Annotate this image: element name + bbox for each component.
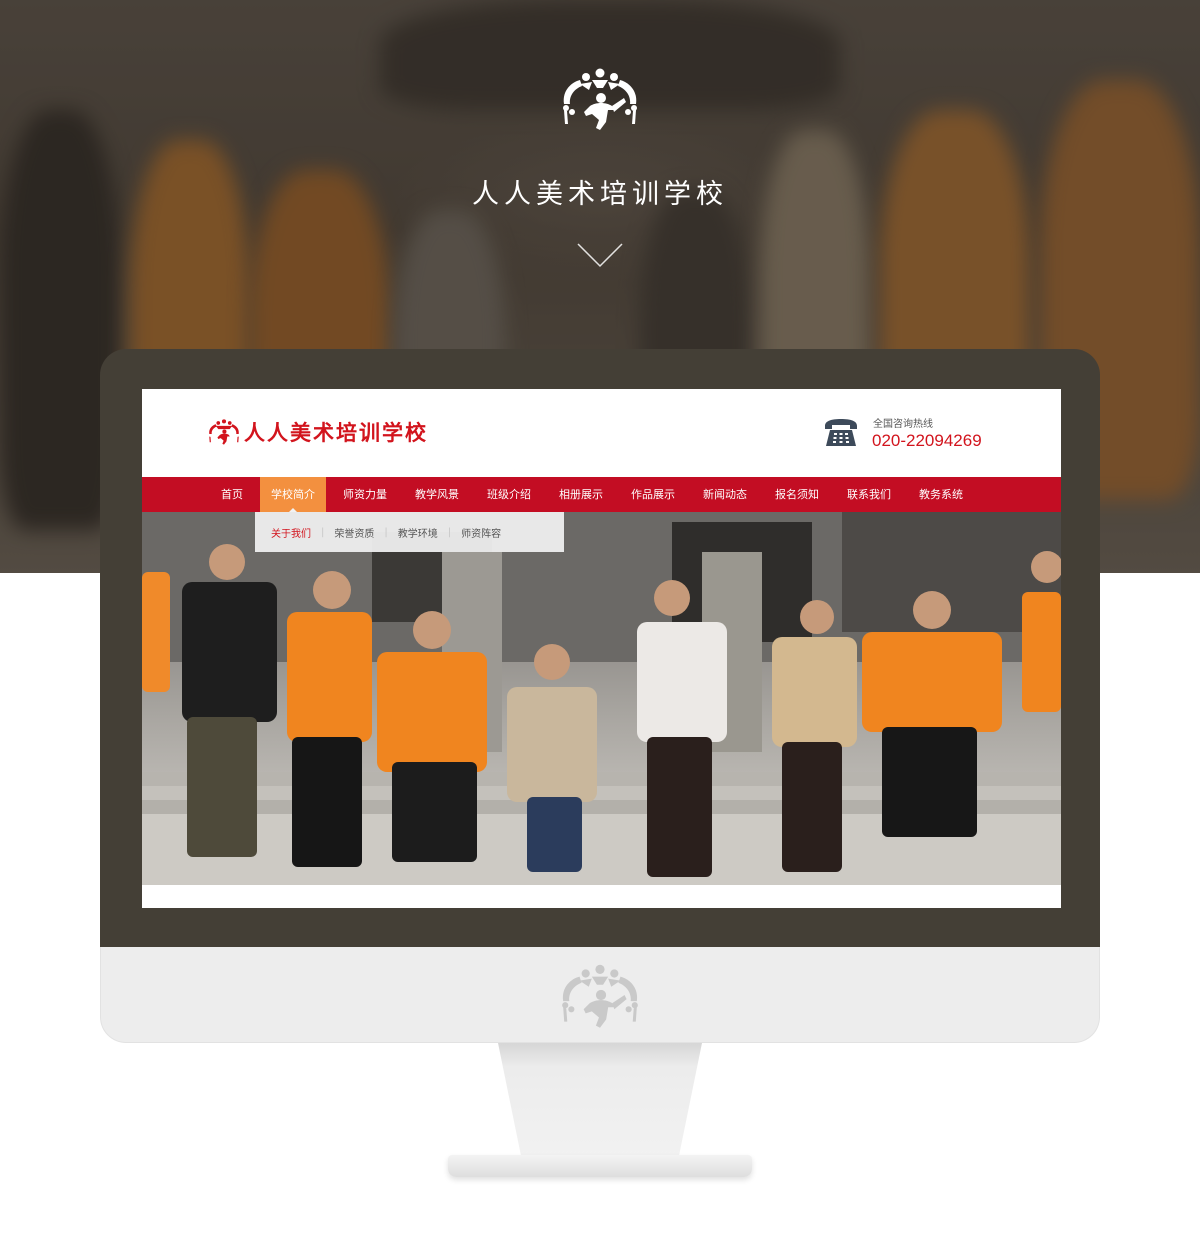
chevron-down-icon[interactable]	[576, 240, 624, 270]
submenu-item-environment[interactable]: 教学环境	[398, 525, 438, 540]
site-name: 人人美术培训学校	[244, 421, 428, 445]
telephone-icon	[825, 419, 857, 446]
submenu-divider: |	[447, 526, 452, 538]
hotline-label: 全国咨询热线	[873, 419, 933, 430]
nav-item-faculty[interactable]: 师资力量	[332, 477, 398, 512]
submenu-item-teacher-lineup[interactable]: 师资阵容	[461, 525, 501, 540]
school-logo-icon	[563, 68, 637, 130]
submenu-divider: |	[321, 526, 325, 538]
nav-item-school-intro[interactable]: 学校简介	[260, 477, 326, 513]
nav-item-contact[interactable]: 联系我们	[836, 477, 902, 512]
submenu-dropdown: 关于我们 | 荣誉资质 | 教学环境 | 师资阵容	[255, 512, 564, 552]
nav-item-academic-system[interactable]: 教务系统	[908, 477, 974, 512]
site-logo[interactable]: 人人美术培训学校	[206, 417, 428, 447]
submenu-item-about-us[interactable]: 关于我们	[271, 525, 311, 540]
monitor-screen: 人人美术培训学校 全国咨询热线 020-22094269 首页 学校简介 师资力…	[142, 389, 1061, 908]
school-logo-icon	[209, 419, 239, 445]
nav-item-album[interactable]: 相册展示	[548, 477, 614, 512]
nav-item-teaching-scenery[interactable]: 教学风景	[404, 477, 470, 512]
submenu-divider: |	[384, 526, 388, 538]
site-header: 人人美术培训学校 全国咨询热线 020-22094269	[142, 389, 1061, 477]
students-jumping-photo	[142, 512, 1061, 885]
school-logo-icon	[562, 964, 638, 1028]
nav-item-home[interactable]: 首页	[210, 477, 254, 512]
main-navbar: 首页 学校简介 师资力量 教学风景 班级介绍 相册展示 作品展示 新闻动态 报名…	[142, 477, 1061, 513]
nav-item-enrollment[interactable]: 报名须知	[764, 477, 830, 512]
hotline-number[interactable]: 020-22094269	[872, 431, 982, 451]
hero-title: 人人美术培训学校	[472, 179, 728, 210]
hero-photo	[142, 512, 1061, 885]
nav-item-works[interactable]: 作品展示	[620, 477, 686, 512]
submenu-item-honors[interactable]: 荣誉资质	[334, 525, 374, 540]
nav-item-classes[interactable]: 班级介绍	[476, 477, 542, 512]
nav-item-news[interactable]: 新闻动态	[692, 477, 758, 512]
monitor-stand-neck	[498, 1043, 702, 1163]
monitor-stand-base	[448, 1155, 752, 1177]
